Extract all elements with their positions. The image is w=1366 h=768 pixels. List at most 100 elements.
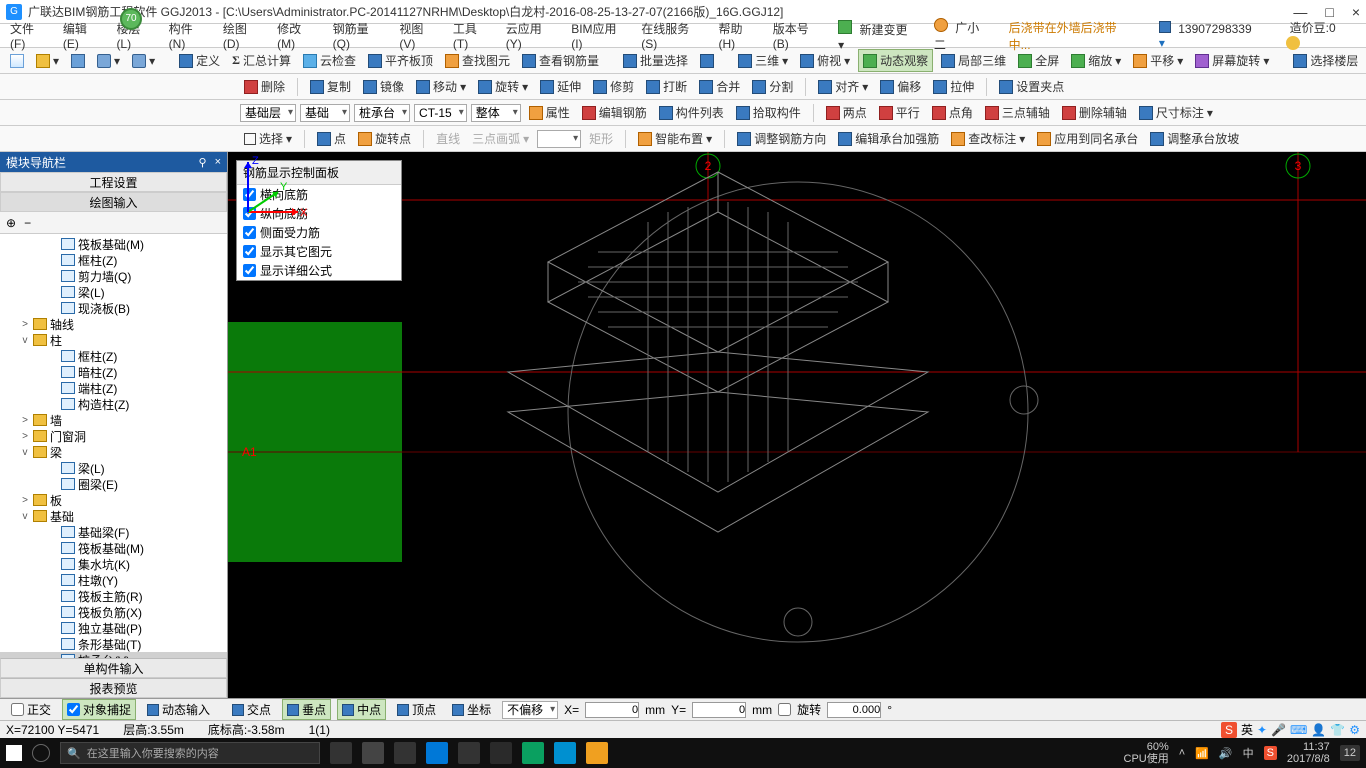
menu-edit[interactable]: 编辑(E) bbox=[59, 18, 107, 53]
fullscreen-button[interactable]: 全屏 bbox=[1014, 50, 1063, 71]
app-icon-5[interactable] bbox=[554, 742, 576, 764]
tree-node[interactable]: >轴线 bbox=[0, 316, 227, 332]
setpin-button[interactable]: 设置夹点 bbox=[995, 76, 1068, 97]
delete-button[interactable]: 删除 bbox=[240, 76, 289, 97]
sidebar-close-icon[interactable]: × bbox=[215, 156, 221, 169]
menu-modify[interactable]: 修改(M) bbox=[273, 18, 323, 53]
tree-node[interactable]: 独立基础(P) bbox=[0, 620, 227, 636]
menu-version[interactable]: 版本号(B) bbox=[769, 18, 828, 53]
tree-node[interactable]: 集水坑(K) bbox=[0, 556, 227, 572]
ime-icon-1[interactable]: ✦ bbox=[1257, 723, 1267, 737]
app-icon-4[interactable] bbox=[522, 742, 544, 764]
viewrebar-button[interactable]: 查看钢筋量 bbox=[518, 50, 603, 71]
break-button[interactable]: 打断 bbox=[642, 76, 691, 97]
menu-component[interactable]: 构件(N) bbox=[165, 18, 213, 53]
parallel-button[interactable]: 平行 bbox=[875, 102, 924, 123]
adjdir-button[interactable]: 调整钢筋方向 bbox=[733, 128, 830, 149]
applyto-button[interactable]: 应用到同名承台 bbox=[1033, 128, 1142, 149]
selectfloor-button[interactable]: 选择楼层 bbox=[1289, 50, 1362, 71]
dynorbit-button[interactable]: 动态观察 bbox=[858, 49, 933, 72]
ime-icon-4[interactable]: 👤 bbox=[1311, 723, 1326, 737]
x-input[interactable] bbox=[585, 702, 639, 718]
rotate-checkbox[interactable] bbox=[778, 703, 791, 716]
tab-draw-input[interactable]: 绘图输入 bbox=[0, 192, 227, 212]
tree-node[interactable]: 条形基础(T) bbox=[0, 636, 227, 652]
rotpt-button[interactable]: 旋转点 bbox=[354, 128, 415, 149]
define-button[interactable]: 定义 bbox=[175, 50, 224, 71]
collapse-all-icon[interactable]: − bbox=[24, 216, 31, 230]
ime-badge[interactable]: S bbox=[1221, 722, 1237, 738]
editcap-button[interactable]: 编辑承台加强筋 bbox=[834, 128, 943, 149]
local3d-button[interactable]: 局部三维 bbox=[937, 50, 1010, 71]
tree-node[interactable]: 构造柱(Z) bbox=[0, 396, 227, 412]
start-button[interactable] bbox=[6, 745, 22, 761]
findnote-button[interactable]: 查改标注 ▾ bbox=[947, 128, 1029, 149]
apex-toggle[interactable]: 顶点 bbox=[392, 699, 441, 720]
expand-all-icon[interactable]: ⊕ bbox=[6, 216, 16, 230]
menu-draw[interactable]: 绘图(D) bbox=[219, 18, 267, 53]
mode-dropdown[interactable]: 整体 bbox=[471, 104, 521, 122]
stretch-button[interactable]: 拉伸 bbox=[929, 76, 978, 97]
split-button[interactable]: 分割 bbox=[748, 76, 797, 97]
copy-button[interactable]: 复制 bbox=[306, 76, 355, 97]
ime-icon-3[interactable]: ⌨ bbox=[1290, 723, 1307, 737]
component-tree[interactable]: 筏板基础(M)框柱(Z)剪力墙(Q)梁(L)现浇板(B)>轴线v柱框柱(Z)暗柱… bbox=[0, 234, 227, 658]
screenrotate-button[interactable]: 屏幕旋转 ▾ bbox=[1191, 50, 1273, 71]
menu-online[interactable]: 在线服务(S) bbox=[637, 18, 708, 53]
offset-button[interactable]: 偏移 bbox=[876, 76, 925, 97]
cloudcheck-button[interactable]: 云检查 bbox=[299, 50, 360, 71]
tree-node[interactable]: 筏板基础(M) bbox=[0, 236, 227, 252]
merge-button[interactable]: 合并 bbox=[695, 76, 744, 97]
editrebar-button[interactable]: 编辑钢筋 bbox=[578, 102, 651, 123]
taskbar[interactable]: 🔍在这里输入你要搜索的内容 60%CPU使用 ˄ 📶 🔊 中 S 11:3720… bbox=[0, 738, 1366, 768]
item-dropdown[interactable]: CT-15 bbox=[414, 104, 467, 122]
ime-lang[interactable]: 英 bbox=[1241, 721, 1253, 738]
tree-node[interactable]: >墙 bbox=[0, 412, 227, 428]
coin-label[interactable]: 造价豆:0 bbox=[1282, 17, 1360, 55]
tree-node[interactable]: 基础梁(F) bbox=[0, 524, 227, 540]
y-input[interactable] bbox=[692, 702, 746, 718]
save-button[interactable] bbox=[67, 52, 89, 70]
perp-toggle[interactable]: 垂点 bbox=[282, 699, 331, 720]
tree-node[interactable]: 梁(L) bbox=[0, 284, 227, 300]
taskview-icon[interactable] bbox=[330, 742, 352, 764]
zoom-button[interactable]: 缩放 ▾ bbox=[1067, 50, 1125, 71]
property-button[interactable]: 属性 bbox=[525, 102, 574, 123]
category-dropdown[interactable]: 基础 bbox=[300, 104, 350, 122]
pick-button[interactable]: 拾取构件 bbox=[732, 102, 805, 123]
tree-node[interactable]: 柱墩(Y) bbox=[0, 572, 227, 588]
tree-node[interactable]: v基础 bbox=[0, 508, 227, 524]
tree-node[interactable]: 现浇板(B) bbox=[0, 300, 227, 316]
delaux-button[interactable]: 删除辅轴 bbox=[1058, 102, 1131, 123]
new-button[interactable] bbox=[6, 52, 28, 70]
tree-node[interactable]: 筏板负筋(X) bbox=[0, 604, 227, 620]
tree-node[interactable]: 筏板主筋(R) bbox=[0, 588, 227, 604]
menu-view[interactable]: 视图(V) bbox=[395, 18, 443, 53]
floor-dropdown[interactable]: 基础层 bbox=[240, 104, 296, 122]
tab-single-input[interactable]: 单构件输入 bbox=[0, 658, 227, 678]
store-icon[interactable] bbox=[458, 742, 480, 764]
select-button[interactable]: 选择 ▾ bbox=[240, 128, 296, 149]
extend-button[interactable]: 延伸 bbox=[536, 76, 585, 97]
align-button[interactable]: 对齐 ▾ bbox=[814, 76, 872, 97]
phone-label[interactable]: 13907298339 ▾ bbox=[1155, 19, 1268, 52]
edge-icon[interactable] bbox=[426, 742, 448, 764]
offset-mode-dropdown[interactable]: 不偏移 bbox=[502, 701, 558, 719]
findelem-button[interactable]: 查找图元 bbox=[441, 50, 514, 71]
coord-toggle[interactable]: 坐标 bbox=[447, 699, 496, 720]
mirror-button[interactable]: 镜像 bbox=[359, 76, 408, 97]
app-icon-2[interactable] bbox=[394, 742, 416, 764]
mid-toggle[interactable]: 中点 bbox=[337, 699, 386, 720]
tree-node[interactable]: 框柱(Z) bbox=[0, 348, 227, 364]
flatboard-button[interactable]: 平齐板顶 bbox=[364, 50, 437, 71]
smart-button[interactable]: 智能布置 ▾ bbox=[634, 128, 716, 149]
pan-button[interactable]: 平移 ▾ bbox=[1129, 50, 1187, 71]
tree-node[interactable]: v梁 bbox=[0, 444, 227, 460]
app-icon-1[interactable] bbox=[362, 742, 384, 764]
redo-button[interactable]: ▾ bbox=[128, 52, 159, 70]
cortana-icon[interactable] bbox=[32, 744, 50, 762]
menu-tool[interactable]: 工具(T) bbox=[449, 18, 496, 53]
tree-node[interactable]: 暗柱(Z) bbox=[0, 364, 227, 380]
tray-ime-icon[interactable]: 中 bbox=[1243, 745, 1254, 761]
menu-cloud[interactable]: 云应用(Y) bbox=[502, 18, 561, 53]
